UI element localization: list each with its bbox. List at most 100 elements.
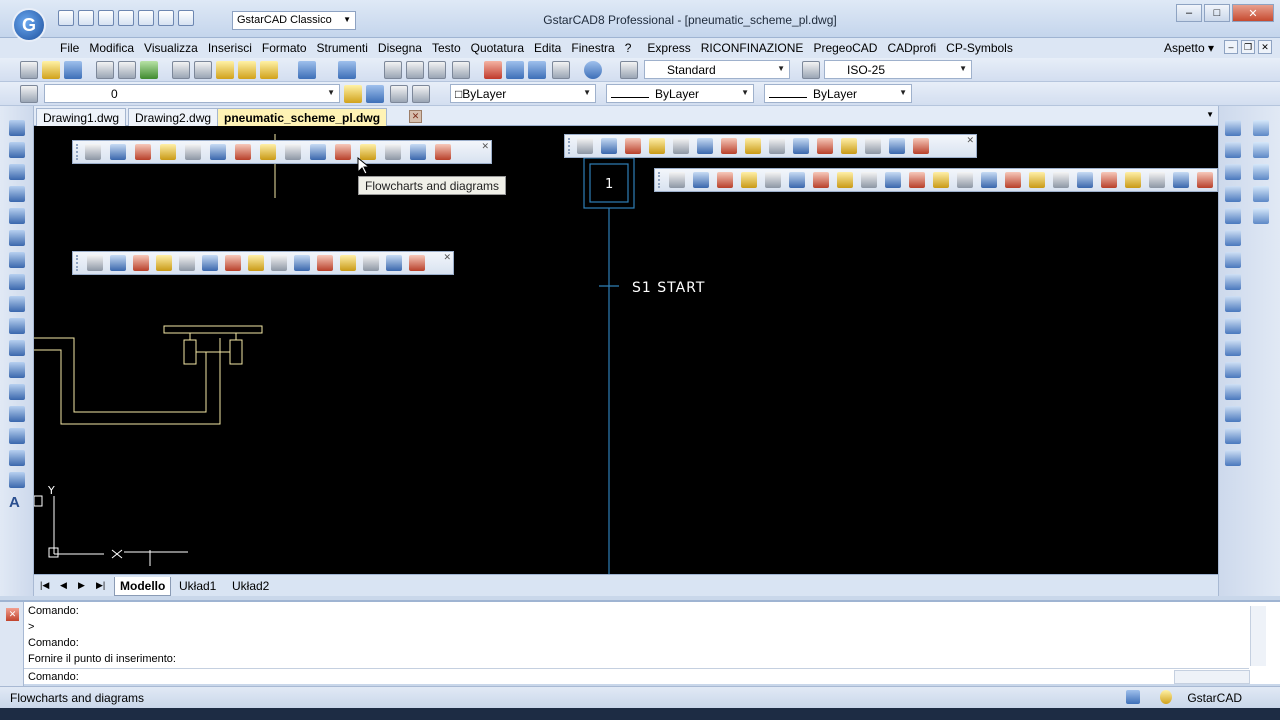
tools-icon[interactable] [865,138,881,154]
dim-style-icon[interactable] [802,61,820,79]
maximize-button[interactable]: □ [1204,4,1230,22]
mdi-minimize-button[interactable]: – [1224,40,1238,54]
color-select[interactable]: □ByLayer ▼ [450,84,596,103]
mech-red-6-icon[interactable] [841,138,857,154]
dim-style-select[interactable]: ISO-25 ▼ [824,60,972,79]
region-icon[interactable] [9,450,25,466]
library-icon[interactable] [410,144,426,160]
connector-icon[interactable] [310,144,326,160]
mech-red-2-icon[interactable] [745,138,761,154]
minimize-button[interactable]: – [1176,4,1202,22]
datum-target-icon[interactable] [1101,172,1117,188]
bearing-icon[interactable] [741,172,757,188]
explode-icon[interactable] [1225,450,1241,466]
profile-icon[interactable] [717,172,733,188]
cut-icon[interactable] [172,61,190,79]
menu-item-cp-symbols[interactable]: CP-Symbols [941,41,1018,55]
make-current-layer-icon[interactable] [344,85,362,103]
rectangle-icon[interactable] [9,208,25,224]
bolt-icon[interactable] [693,172,709,188]
tolerance-icon[interactable] [957,172,973,188]
tab-drawing1[interactable]: Drawing1.dwg [36,108,127,126]
menu-item-disegna[interactable]: Disegna [373,41,427,55]
connect-icon[interactable] [317,255,333,271]
menu-item-inserisci[interactable]: Inserisci [203,41,257,55]
info-icon[interactable] [185,144,201,160]
mech-red-3-icon[interactable] [769,138,785,154]
revision-cloud-icon[interactable] [9,274,25,290]
trim-icon[interactable] [1225,318,1241,334]
last-layout-icon[interactable]: ▶| [96,580,105,591]
text-insert-icon[interactable] [160,144,176,160]
mech-draw-3-icon[interactable] [625,138,641,154]
menu-item-visualizza[interactable]: Visualizza [139,41,203,55]
centerline-icon[interactable] [789,172,805,188]
menu-item-cadprofi[interactable]: CADprofi [882,41,941,55]
lightbulb-icon[interactable] [1160,690,1172,704]
balloon-icon[interactable] [933,172,949,188]
tab-uklad2[interactable]: Układ2 [227,577,274,595]
numbering-icon[interactable] [386,255,402,271]
menu-item-file[interactable]: File [55,41,84,55]
drawing-canvas[interactable]: Y 1 S1 START [34,126,1218,574]
chamfer-icon[interactable] [1225,406,1241,422]
new-icon[interactable] [20,61,38,79]
mech-draw-1-icon[interactable] [577,138,593,154]
properties-icon[interactable] [484,61,502,79]
view-3d-icon[interactable] [110,255,126,271]
copy-object-icon[interactable] [1225,142,1241,158]
extend-icon[interactable] [1225,340,1241,356]
tab-uklad1[interactable]: Układ1 [174,577,221,595]
design-center-icon[interactable] [506,61,524,79]
circle-icon[interactable] [9,252,25,268]
offset-icon[interactable] [1225,186,1241,202]
valve-icon[interactable] [156,255,172,271]
polyline-icon[interactable] [9,142,25,158]
break-line-icon[interactable] [363,255,379,271]
menu-item-quotatura[interactable]: Quotatura [466,41,529,55]
break-icon[interactable] [1225,362,1241,378]
menu-item-strumenti[interactable]: Strumenti [312,41,373,55]
rectangle-fill-icon[interactable] [210,144,226,160]
gear-symbol-icon[interactable] [1173,172,1189,188]
menu-item-formato[interactable]: Formato [257,41,312,55]
line-icon[interactable] [9,120,25,136]
pan-icon[interactable] [384,61,402,79]
erase-icon[interactable] [1225,120,1241,136]
scale-icon[interactable] [1225,274,1241,290]
close-toolbar-icon[interactable]: ✕ [443,252,451,263]
sheet-set-icon[interactable] [552,61,570,79]
tab-pneumatic-scheme[interactable]: pneumatic_scheme_pl.dwg [217,108,388,126]
new-doc-icon[interactable] [85,144,101,160]
next-layout-icon[interactable]: ▶ [78,580,85,591]
mech-red-4-icon[interactable] [793,138,809,154]
fillet-icon[interactable] [1225,428,1241,444]
first-layout-icon[interactable]: |◀ [40,580,49,591]
lubricator-icon[interactable] [248,255,264,271]
help-icon[interactable] [584,61,602,79]
undo-icon[interactable] [298,61,316,79]
pen-tool-icon[interactable] [697,138,713,154]
command-scrollbar[interactable] [1250,606,1266,666]
copy-icon[interactable] [194,61,212,79]
grid-table-icon[interactable] [260,144,276,160]
dim-horizontal-icon[interactable] [1053,172,1069,188]
mdi-restore-button[interactable]: ❐ [1241,40,1255,54]
ellipse-arc-icon[interactable] [9,340,25,356]
save-icon[interactable] [64,61,82,79]
tool-palettes-icon[interactable] [528,61,546,79]
mech-draw-4-icon[interactable] [649,138,665,154]
lock-icon[interactable] [1126,690,1140,704]
filter-icon[interactable] [202,255,218,271]
line-type-icon[interactable] [285,144,301,160]
zoom-previous-icon[interactable] [452,61,470,79]
insert-node-icon[interactable] [340,255,356,271]
array-icon[interactable] [1225,208,1241,224]
text-style-icon[interactable] [620,61,638,79]
make-block-icon[interactable] [9,384,25,400]
properties-panel-icon[interactable] [1253,120,1269,136]
zoom-window-icon[interactable] [428,61,446,79]
dim-down-icon[interactable] [1005,172,1021,188]
redo-icon[interactable] [338,61,356,79]
cadprofi-settings-icon[interactable] [110,144,126,160]
